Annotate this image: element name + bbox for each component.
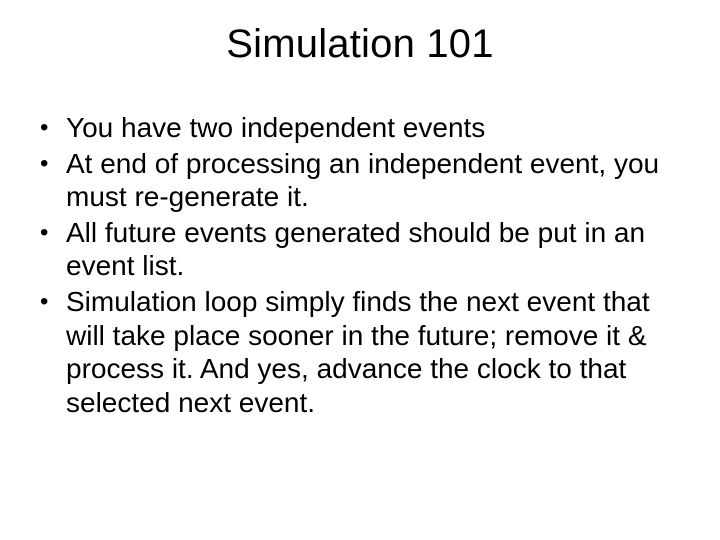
list-item: Simulation loop simply finds the next ev…: [36, 285, 684, 419]
bullet-list: You have two independent events At end o…: [36, 111, 684, 419]
slide-title: Simulation 101: [36, 22, 684, 67]
list-item: You have two independent events: [36, 111, 684, 145]
list-item: All future events generated should be pu…: [36, 216, 684, 283]
slide: Simulation 101 You have two independent …: [0, 0, 720, 540]
list-item: At end of processing an independent even…: [36, 147, 684, 214]
